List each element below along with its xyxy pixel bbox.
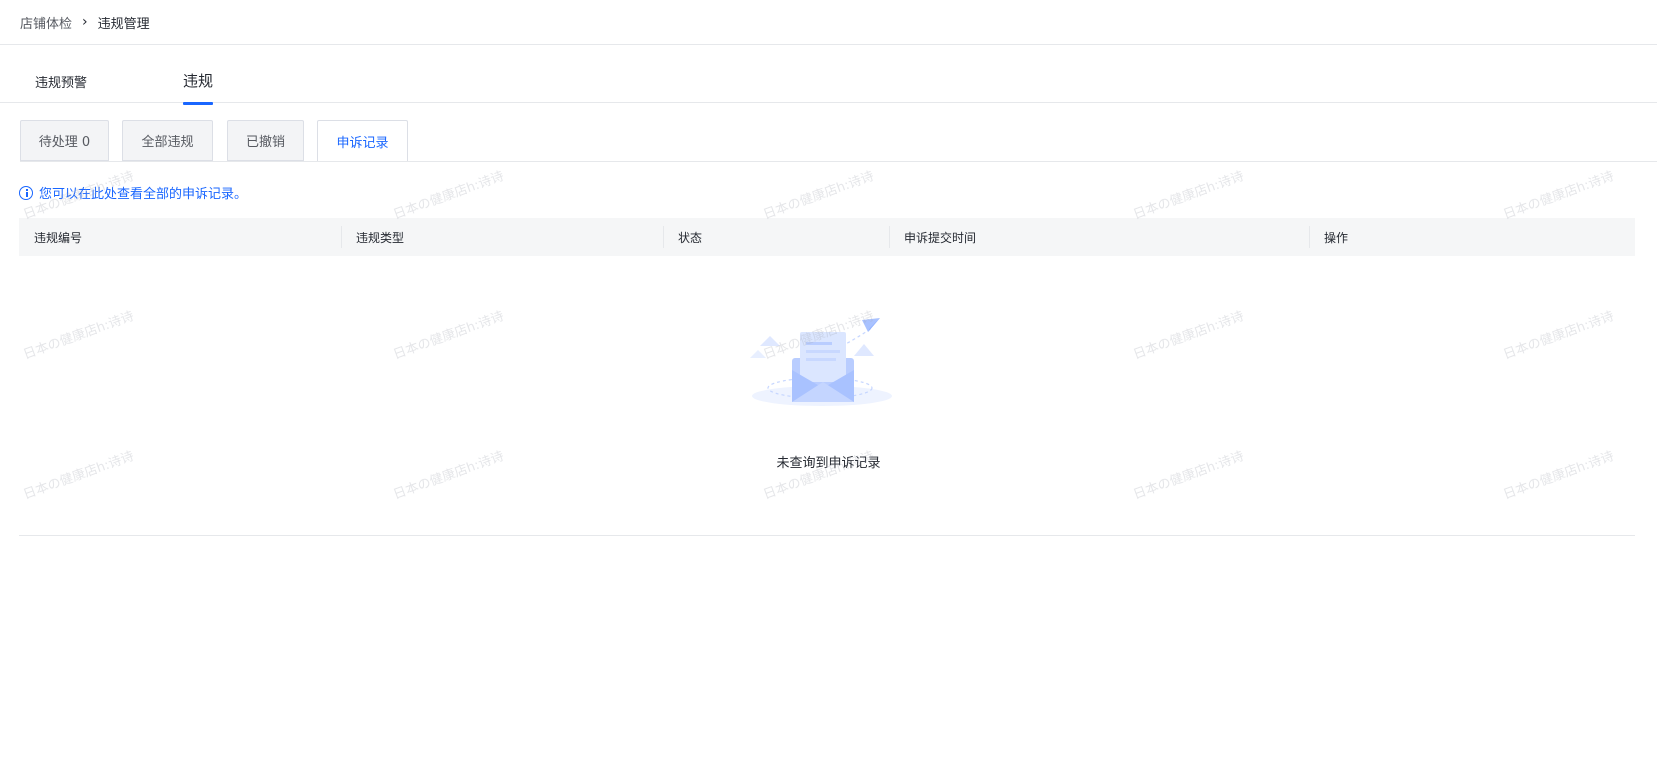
tab-violation-warning[interactable]: 违规预警 [35,72,87,91]
tab-violation[interactable]: 违规 [183,70,214,105]
subtab-revoked[interactable]: 已撤销 [227,120,304,161]
subtab-appeal-records[interactable]: 申诉记录 [317,120,408,162]
main-tabs: 违规预警 违规 [0,60,1657,105]
column-header-violation-id: 违规编号 [34,230,83,245]
chevron-right-icon: › [82,14,88,30]
empty-mail-icon [750,318,892,406]
column-header-actions: 操作 [1324,230,1349,245]
column-header-appeal-time: 申诉提交时间 [904,230,977,245]
notice-text: 您可以在此处查看全部的申诉记录。 [39,187,248,202]
column-header-status: 状态 [678,230,703,245]
table-bottom-divider [19,535,1635,536]
watermark: 日本の健康店h:诗诗 [1501,168,1617,223]
sub-tabs-divider [20,161,1657,162]
watermark: 日本の健康店h:诗诗 [761,168,877,223]
watermark: 日本の健康店h:诗诗 [1131,168,1247,223]
breadcrumb: 店铺体检 › 违规管理 [20,0,150,44]
subtab-pending[interactable]: 待处理 0 [20,120,109,161]
empty-state-text: 未查询到申诉记录 [776,456,881,471]
watermark: 日本の健康店h:诗诗 [391,168,507,223]
subtab-all-violations[interactable]: 全部违规 [122,120,213,161]
column-header-violation-type: 违规类型 [356,230,405,245]
info-icon [19,185,33,200]
table-header: 违规编号 违规类型 状态 申诉提交时间 操作 [19,218,1635,256]
breadcrumb-item-store-check[interactable]: 店铺体检 [20,13,72,32]
breadcrumb-item-current: 违规管理 [97,16,150,32]
empty-state: 未查询到申诉记录 [0,256,1657,535]
info-notice: 您可以在此处查看全部的申诉记录。 [19,183,247,202]
header-divider [0,44,1657,45]
